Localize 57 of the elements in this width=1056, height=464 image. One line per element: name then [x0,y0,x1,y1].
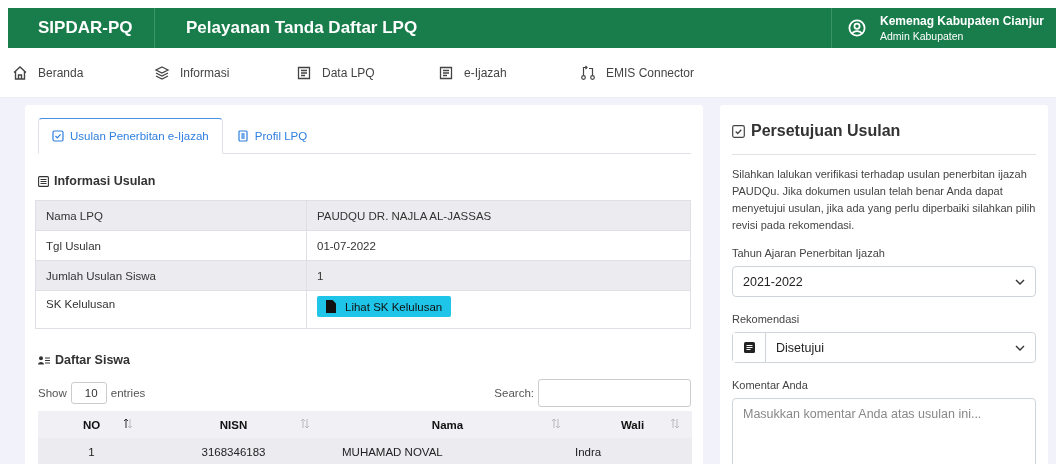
layers-icon [154,64,170,81]
table-cell: Tgl Usulan [35,230,307,261]
column-header[interactable]: NO [38,411,145,438]
column-header[interactable]: NISN [145,411,322,438]
field-label: Rekomendasi [732,313,801,325]
nav-link[interactable]: e-Ijazah [438,64,580,81]
pdf-file-icon [326,300,336,313]
document-icon [38,175,49,187]
show-label: Show [38,387,67,399]
sort-icon[interactable] [123,418,133,429]
home-icon [12,64,28,81]
nav-link[interactable]: Informasi [154,64,296,81]
user-list-icon [38,355,50,365]
description-text: Silahkan lalukan verifikasi terhadap usulan penerbitan ijazah PAUDQu. Jika dokumen usulan telah benar Anda dapat menyetujui usulan, jika ada yang perlu diperbaiki silahkan pilih revisi pada rekomendasi. [732,167,1036,233]
year-select[interactable]: 2021-2022 [732,266,1036,297]
field-label: Tahun Ajaran Penerbitan Ijazah [732,247,886,259]
table-cell: Indra [573,438,692,464]
search-label: Search: [494,387,534,399]
note-icon [743,342,755,353]
nav-link[interactable]: EMIS Connector [580,64,722,81]
tab[interactable]: Usulan Penerbitan e-Ijazah [38,118,223,154]
nav-link[interactable]: Beranda [12,64,154,81]
comment-field[interactable]: Masukkan komentar Anda atas usulan ini... [732,398,1036,464]
table-cell: PAUDQU DR. NAJLA AL-JASSAS [306,200,691,231]
connector-icon [580,64,596,81]
page-title: Pelayanan Tanda Daftar LPQ [185,18,419,38]
chevron-down-icon [1015,278,1025,285]
column-header[interactable]: Wali [573,411,692,438]
table-cell: 1 [306,260,691,291]
section-title: Informasi Usulan [54,174,156,188]
table-cell: Jumlah Usulan Siswa [35,260,307,291]
table-cell: 1 [38,438,145,464]
card-title: Persetujuan Usulan [751,122,901,140]
section-title: Daftar Siswa [55,353,131,367]
checkbox-icon [732,124,745,138]
user-role: Admin Kabupaten [879,30,965,42]
view-pdf-button[interactable]: Lihat SK Kelulusan [317,296,452,317]
table-cell: 3168346183 [145,438,322,464]
search-field[interactable] [538,379,691,407]
table-cell: Nama LPQ [35,200,307,231]
table-cell: SK Kelulusan [35,290,307,329]
user-avatar-icon[interactable] [847,19,866,37]
checkbox-icon [52,130,64,142]
entries-label: entries [110,387,146,399]
chevron-down-icon [1015,344,1025,351]
user-name: Kemenag Kabupaten Cianjur [879,14,1044,28]
page-size-select[interactable]: 10 [70,382,107,404]
tab[interactable]: Profil LPQ [222,118,322,154]
document-icon [296,64,312,81]
table-cell: MUHAMAD NOVAL [322,438,573,464]
table-icon [236,130,249,142]
column-header[interactable]: Nama [322,411,573,438]
document-icon [438,64,454,81]
nav-link[interactable]: Data LPQ [296,64,438,81]
table-cell: 01-07-2022 [306,230,691,261]
recommendation-select[interactable]: Disetujui [732,332,1036,363]
field-label: Komentar Anda [732,379,809,391]
